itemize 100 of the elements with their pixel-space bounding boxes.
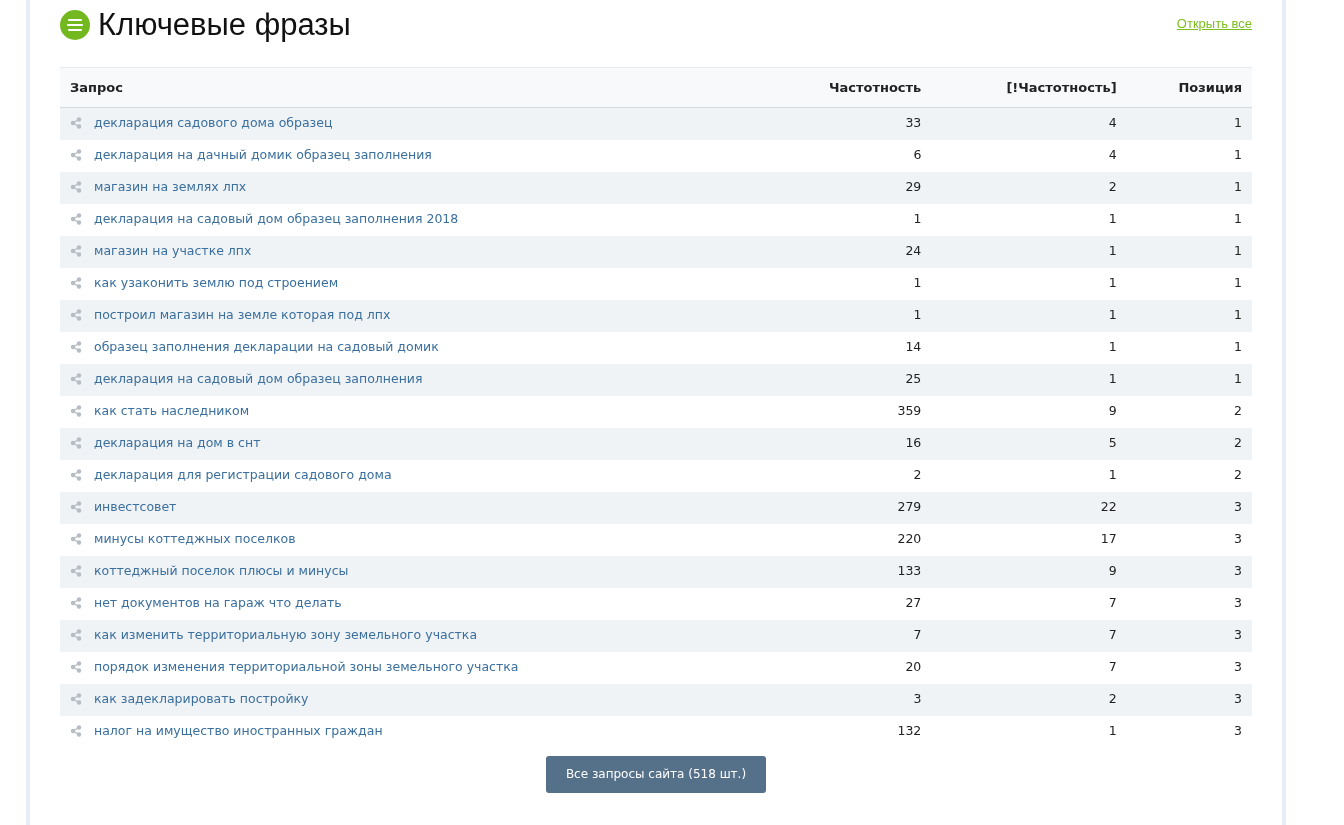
table-cell: 6 <box>913 147 922 163</box>
table-cell: 1 <box>1108 275 1117 291</box>
table-cell: 132 <box>897 723 922 739</box>
share-icon[interactable] <box>70 437 82 450</box>
table-cell: 3 <box>1234 595 1242 611</box>
table-cell: 1 <box>1234 307 1242 323</box>
share-icon[interactable] <box>70 501 82 514</box>
table-cell: 27 <box>905 595 922 611</box>
query-link[interactable]: декларация на садовый дом образец заполнения 2018 <box>94 211 459 227</box>
table-cell: 2 <box>1108 179 1117 195</box>
share-icon[interactable] <box>70 341 82 354</box>
share-icon[interactable] <box>70 725 82 738</box>
table-cell: 1 <box>1108 467 1117 483</box>
table-cell: 7 <box>1108 595 1117 611</box>
table-cell: 1 <box>1108 307 1117 323</box>
table-cell: 1 <box>1234 371 1242 387</box>
table-cell: 24 <box>905 243 922 259</box>
share-icon[interactable] <box>70 629 82 642</box>
list-icon <box>60 9 90 40</box>
query-link[interactable]: инвестсовет <box>94 499 177 515</box>
query-link[interactable]: образец заполнения декларации на садовый домик <box>94 339 439 355</box>
share-icon[interactable] <box>70 309 82 322</box>
table-cell: 220 <box>897 531 922 547</box>
table-cell: 279 <box>897 499 922 515</box>
column-header: [!Частотность] <box>931 67 1127 108</box>
table-cell: 1 <box>1108 723 1117 739</box>
query-link[interactable]: декларация садового дома образец <box>94 115 333 131</box>
table-cell: 29 <box>905 179 922 195</box>
query-link[interactable]: минусы коттеджных поселков <box>94 531 296 547</box>
table-cell: 1 <box>1108 371 1117 387</box>
table-cell: 3 <box>1234 563 1242 579</box>
table-cell: 25 <box>905 371 922 387</box>
query-link[interactable]: порядок изменения территориальной зоны земельного участка <box>94 659 519 675</box>
all-queries-button[interactable]: Все запросы сайта (518 шт.) <box>545 755 767 793</box>
share-icon[interactable] <box>70 117 82 130</box>
table-cell: 3 <box>1234 531 1242 547</box>
query-link[interactable]: как стать наследником <box>94 403 250 419</box>
table-cell: 1 <box>1108 339 1117 355</box>
table-cell: 3 <box>1234 499 1242 515</box>
query-link[interactable]: как узаконить землю под строением <box>94 275 339 291</box>
table-cell: 3 <box>1234 659 1242 675</box>
share-icon[interactable] <box>70 213 82 226</box>
table-cell: 2 <box>1108 691 1117 707</box>
table-cell: 9 <box>1108 563 1117 579</box>
table-cell: 1 <box>1234 243 1242 259</box>
share-icon[interactable] <box>70 405 82 418</box>
column-header: Частотность <box>762 67 932 108</box>
table-cell: 16 <box>905 435 922 451</box>
table-cell: 3 <box>1234 723 1242 739</box>
share-icon[interactable] <box>70 597 82 610</box>
share-icon[interactable] <box>70 245 82 258</box>
table-cell: 4 <box>1108 147 1117 163</box>
table-cell: 4 <box>1108 115 1117 131</box>
table-cell: 7 <box>1108 627 1117 643</box>
table-cell: 133 <box>897 563 922 579</box>
table-cell: 20 <box>905 659 922 675</box>
section-title: Ключевые фразы <box>98 6 351 44</box>
share-icon[interactable] <box>70 373 82 386</box>
table-cell: 3 <box>1234 627 1242 643</box>
share-icon[interactable] <box>70 565 82 578</box>
table-cell: 7 <box>1108 659 1117 675</box>
share-icon[interactable] <box>70 533 82 546</box>
table-cell: 9 <box>1108 403 1117 419</box>
table-cell: 2 <box>1234 467 1242 483</box>
table-cell: 5 <box>1108 435 1117 451</box>
column-header: Запрос <box>60 67 763 108</box>
query-link[interactable]: как задекларировать постройку <box>94 691 309 707</box>
table-cell: 1 <box>1108 243 1117 259</box>
table-cell: 7 <box>913 627 922 643</box>
column-header: Позиция <box>1126 67 1252 108</box>
query-link[interactable]: декларация на дачный домик образец заполнения <box>94 147 432 163</box>
share-icon[interactable] <box>70 693 82 706</box>
table-cell: 33 <box>905 115 922 131</box>
query-link[interactable]: налог на имущество иностранных граждан <box>94 723 383 739</box>
table-cell: 3 <box>1234 691 1242 707</box>
table-cell: 1 <box>1108 211 1117 227</box>
table-cell: 1 <box>913 275 922 291</box>
table-cell: 359 <box>897 403 922 419</box>
share-icon[interactable] <box>70 277 82 290</box>
table-cell: 1 <box>1234 179 1242 195</box>
table-cell: 2 <box>913 467 922 483</box>
query-link[interactable]: нет документов на гараж что делать <box>94 595 342 611</box>
table-cell: 1 <box>913 307 922 323</box>
table-cell: 1 <box>913 211 922 227</box>
share-icon[interactable] <box>70 661 82 674</box>
share-icon[interactable] <box>70 469 82 482</box>
table-cell: 22 <box>1100 499 1117 515</box>
query-link[interactable]: магазин на участке лпх <box>94 243 252 259</box>
share-icon[interactable] <box>70 181 82 194</box>
query-link[interactable]: декларация для регистрации садового дома <box>94 467 392 483</box>
table-cell: 1 <box>1234 339 1242 355</box>
table-cell: 3 <box>913 691 922 707</box>
share-icon[interactable] <box>70 149 82 162</box>
table-cell: 2 <box>1234 403 1242 419</box>
table-cell: 17 <box>1100 531 1117 547</box>
query-link[interactable]: коттеджный поселок плюсы и минусы <box>94 563 349 579</box>
table-cell: 2 <box>1234 435 1242 451</box>
query-link[interactable]: декларация на дом в снт <box>94 435 261 451</box>
query-link[interactable]: магазин на землях лпх <box>94 179 247 195</box>
table-cell: 14 <box>905 339 922 355</box>
